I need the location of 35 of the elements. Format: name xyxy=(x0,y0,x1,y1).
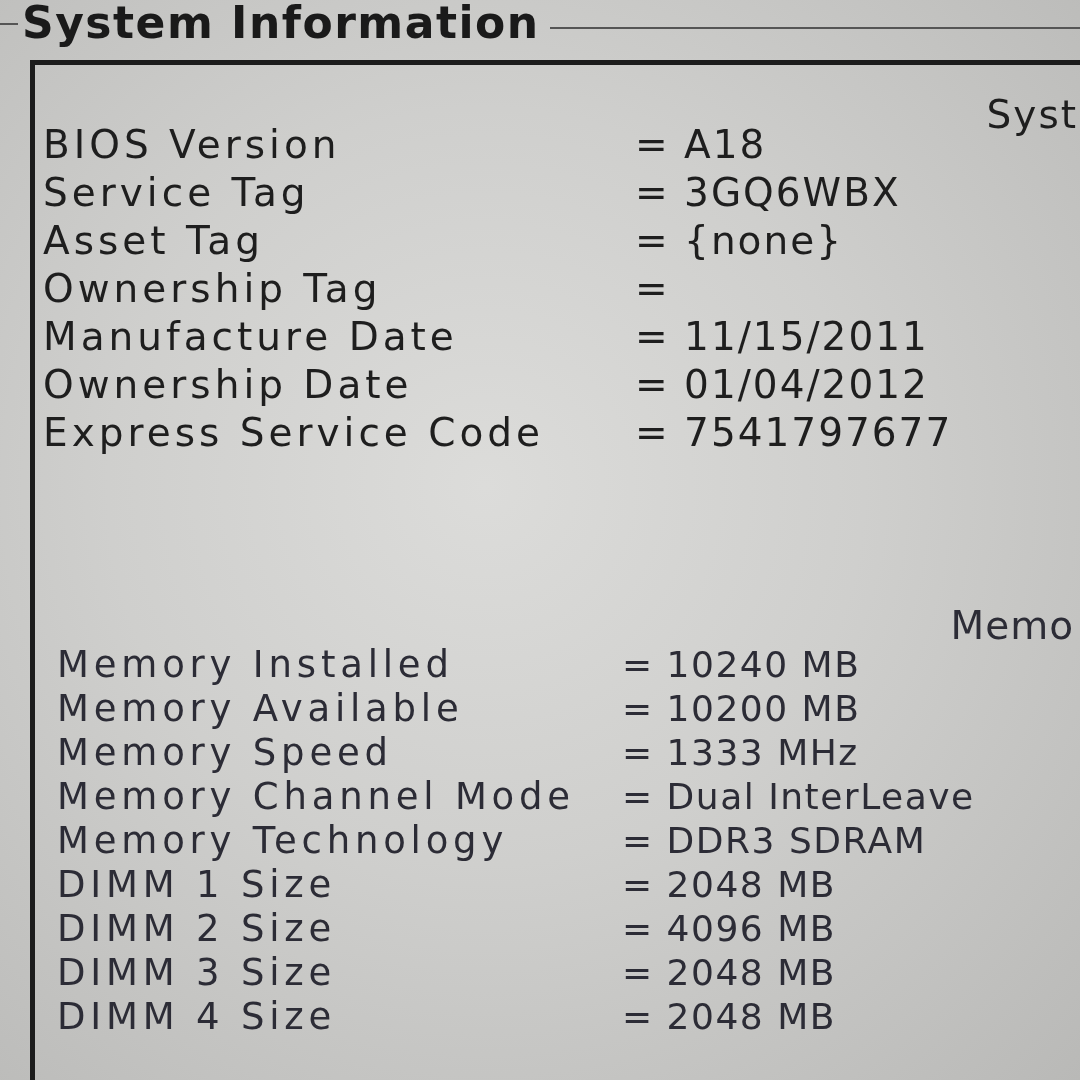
info-label: Memory Installed xyxy=(57,643,455,687)
info-label: Manufacture Date xyxy=(43,313,459,361)
group-title: System Information xyxy=(22,0,540,46)
info-label: Memory Available xyxy=(57,687,465,731)
info-value: = DDR3 SDRAM xyxy=(622,819,928,863)
info-value: = xyxy=(635,265,671,313)
info-value: = 7541797677 xyxy=(635,409,954,457)
info-label: Ownership Date xyxy=(43,361,414,409)
info-value: = 11/15/2011 xyxy=(635,313,930,361)
info-value: = 10240 MB xyxy=(622,643,862,687)
info-label: Asset Tag xyxy=(43,217,266,265)
info-label: Ownership Tag xyxy=(43,265,383,313)
info-value: = Dual InterLeave xyxy=(622,775,976,819)
section-heading: Syst xyxy=(986,95,1078,135)
info-value: = 4096 MB xyxy=(622,907,837,951)
info-label: DIMM 1 Size xyxy=(57,863,338,907)
info-label: DIMM 3 Size xyxy=(57,951,338,995)
info-label: BIOS Version xyxy=(43,121,342,169)
info-value: = {none} xyxy=(635,217,844,265)
section-heading: Memo xyxy=(950,606,1074,646)
info-value: = 3GQ6WBX xyxy=(635,169,902,217)
info-label: Memory Speed xyxy=(57,731,394,775)
info-value: = 01/04/2012 xyxy=(635,361,930,409)
info-value: = A18 xyxy=(635,121,768,169)
info-value: = 1333 MHz xyxy=(622,731,860,775)
info-label: Service Tag xyxy=(43,169,311,217)
info-label: DIMM 2 Size xyxy=(57,907,338,951)
info-value: = 2048 MB xyxy=(622,863,837,907)
info-value: = 2048 MB xyxy=(622,951,837,995)
info-label: DIMM 4 Size xyxy=(57,995,338,1039)
info-value: = 10200 MB xyxy=(622,687,862,731)
info-value: = 2048 MB xyxy=(622,995,837,1039)
info-label: Memory Channel Mode xyxy=(57,775,576,819)
info-label: Express Service Code xyxy=(43,409,546,457)
info-label: Memory Technology xyxy=(57,819,510,863)
